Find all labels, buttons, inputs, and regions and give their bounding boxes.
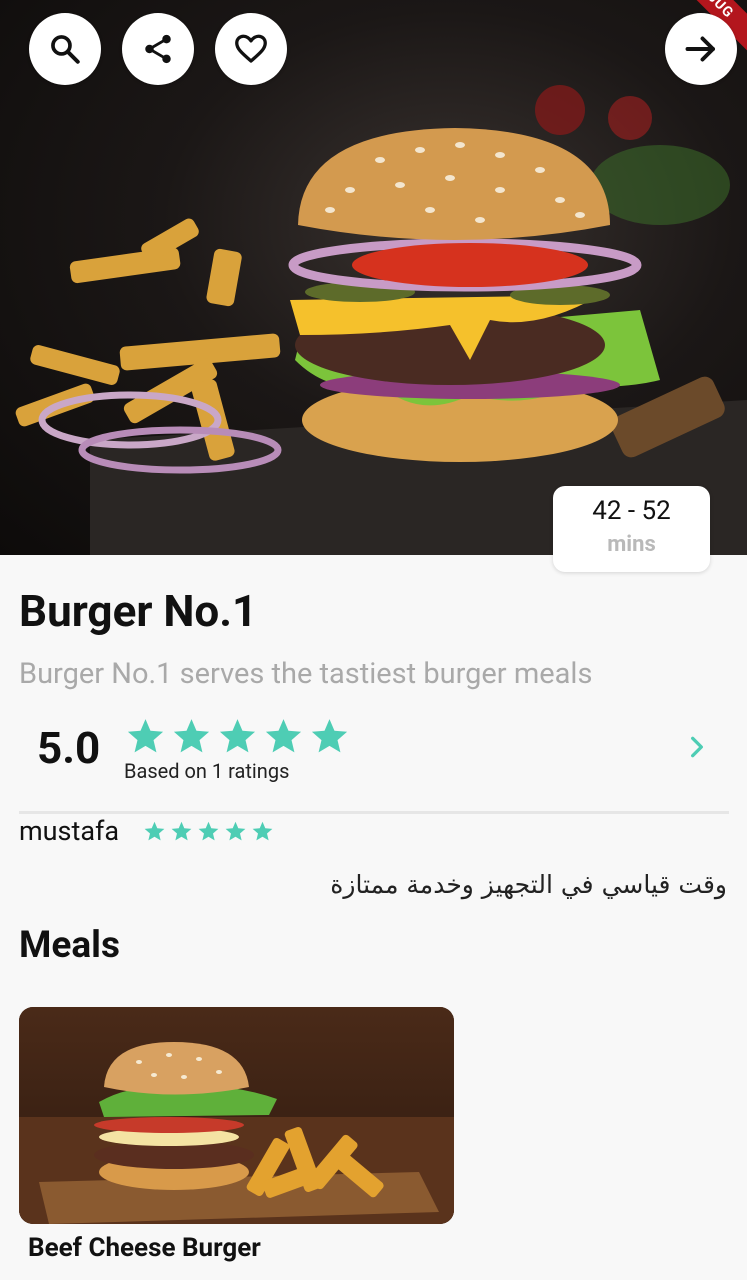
restaurant-title: Burger No.1	[19, 585, 258, 637]
prep-time-card: 42 - 52 mins	[553, 486, 710, 572]
rating-caption: Based on 1 ratings	[124, 759, 290, 783]
review-author: mustafa	[19, 815, 120, 847]
meal-image	[19, 1007, 454, 1224]
star-icon	[198, 821, 219, 841]
star-icon	[171, 821, 192, 841]
star-icon	[127, 719, 164, 753]
star-icon	[225, 821, 246, 841]
star-icon	[311, 719, 348, 753]
divider	[19, 811, 729, 814]
ratings-chevron-button[interactable]	[684, 734, 710, 764]
hero-image: BUG	[0, 0, 747, 555]
meal-name: Beef Cheese Burger	[28, 1233, 261, 1263]
star-icon	[265, 719, 302, 753]
rating-value: 5.0	[37, 722, 101, 774]
arrow-right-icon	[685, 36, 715, 62]
share-icon	[145, 34, 171, 64]
search-icon	[51, 35, 80, 64]
star-icon	[144, 821, 165, 841]
prep-time-range: 42 - 52	[592, 496, 671, 526]
star-icon	[252, 821, 273, 841]
meal-card[interactable]	[19, 1007, 454, 1224]
meals-section-title: Meals	[19, 924, 120, 967]
star-icon	[219, 719, 256, 753]
rating-stars	[125, 716, 350, 757]
restaurant-description: Burger No.1 serves the tastiest burger m…	[19, 657, 593, 691]
review-text: وقت قياسي في التجهيز وخدمة ممتازة	[330, 870, 727, 899]
chevron-right-icon	[691, 736, 703, 758]
share-button[interactable]	[122, 13, 194, 85]
search-button[interactable]	[29, 13, 101, 85]
star-icon	[173, 719, 210, 753]
prep-time-unit: mins	[607, 532, 656, 557]
review-stars	[143, 820, 274, 843]
heart-icon	[235, 34, 267, 63]
next-button[interactable]	[665, 13, 737, 85]
burger-photo	[15, 85, 747, 555]
favorite-button[interactable]	[215, 13, 287, 85]
